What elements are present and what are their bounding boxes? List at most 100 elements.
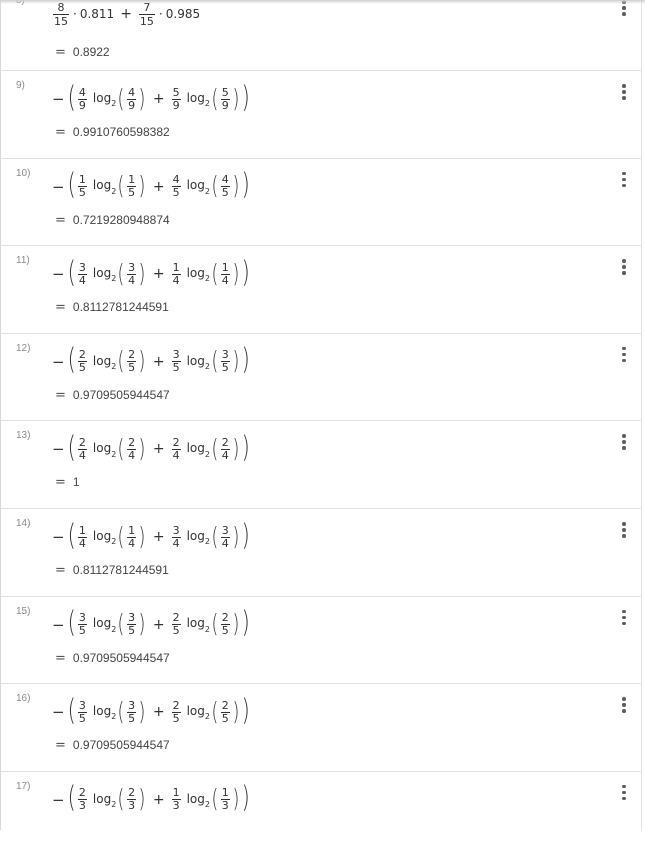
- plus-sign: +: [152, 441, 165, 458]
- fraction: 8 15: [53, 0, 69, 28]
- row-number: 15): [16, 605, 31, 617]
- more-vert-icon[interactable]: [617, 346, 631, 365]
- expression-row-12[interactable]: 12) − ( 25 log2 ( 25 ) + 35 log2 ( 35 ) …: [0, 334, 642, 422]
- fraction-a: 25: [77, 348, 87, 375]
- fraction-a-arg: 23: [127, 786, 137, 813]
- plus-sign: +: [152, 616, 165, 633]
- minus-sign: −: [52, 790, 65, 809]
- fraction-a-arg: 15: [127, 173, 137, 200]
- log-operator: log2: [92, 703, 117, 722]
- log-operator: log2: [186, 90, 210, 109]
- expression-input[interactable]: − ( 34 log2 ( 34 ) + 14 log2 ( 14 ) ): [52, 256, 252, 292]
- row-number: 14): [16, 518, 31, 529]
- log-operator: log2: [186, 703, 210, 722]
- plus-sign: +: [152, 266, 165, 283]
- log-operator: log2: [92, 178, 117, 196]
- fraction-a: 35: [77, 611, 87, 638]
- fraction-a-arg: 35: [127, 611, 137, 638]
- expression-input[interactable]: 8 15 · 0.811 + 7 15 · 0.985: [52, 0, 200, 34]
- expression-input[interactable]: − ( 23 log2 ( 23 ) + 13 log2 ( 13 ) ): [52, 782, 252, 818]
- open-paren: (: [67, 517, 76, 552]
- log-operator: log2: [92, 265, 117, 284]
- more-vert-icon[interactable]: [617, 171, 631, 190]
- expression-row-13[interactable]: 13) − ( 24 log2 ( 24 ) + 24 log2 ( 24 ) …: [0, 421, 642, 509]
- fraction-a-arg: 49: [127, 85, 137, 112]
- expression-row-9[interactable]: 9) − ( 49 log2 ( 49 ) + 59 log2 ( 59 ) )…: [0, 71, 642, 159]
- close-paren: ): [242, 342, 251, 377]
- minus-sign: −: [52, 440, 65, 459]
- fraction-a: 15: [77, 173, 87, 200]
- close-paren: ): [242, 429, 251, 464]
- open-paren: (: [67, 254, 76, 289]
- open-paren: (: [67, 605, 76, 640]
- expression-row-14[interactable]: 14) − ( 14 log2 ( 14 ) + 34 log2 ( 34 ) …: [0, 509, 642, 597]
- fraction-a-arg: 34: [127, 260, 137, 287]
- toolbar-shadow: [0, 0, 645, 4]
- close-paren: ): [242, 780, 251, 815]
- fraction-b: 25: [171, 698, 181, 725]
- minus-sign: −: [52, 352, 65, 371]
- expression-input[interactable]: − ( 35 log2 ( 35 ) + 25 log2 ( 25 ) ): [52, 694, 252, 730]
- log-operator: log2: [92, 528, 117, 547]
- expression-input[interactable]: − ( 49 log2 ( 49 ) + 59 log2 ( 59 ) ): [52, 81, 252, 117]
- fraction-b-arg: 13: [220, 786, 230, 813]
- fraction-b-arg: 25: [220, 698, 230, 725]
- result-output: = 1: [55, 475, 80, 491]
- more-vert-icon[interactable]: [617, 259, 631, 277]
- result-output: = 0.8922: [55, 45, 110, 60]
- fraction-a: 23: [77, 786, 87, 813]
- expression-row-15[interactable]: 15) − ( 35 log2 ( 35 ) + 25 log2 ( 25 ) …: [0, 597, 642, 685]
- close-paren: ): [242, 254, 251, 289]
- expression-input[interactable]: − ( 14 log2 ( 14 ) + 34 log2 ( 34 ) ): [52, 519, 252, 555]
- open-paren: (: [67, 342, 76, 377]
- row-number: 16): [16, 693, 31, 705]
- minus-sign: −: [52, 703, 65, 722]
- row-number: 9): [16, 80, 25, 91]
- expression-row-16[interactable]: 16) − ( 35 log2 ( 35 ) + 25 log2 ( 25 ) …: [0, 684, 642, 772]
- log-operator: log2: [92, 616, 117, 634]
- fraction-b: 59: [171, 85, 181, 112]
- fraction-b: 24: [171, 435, 181, 462]
- fraction-a-arg: 24: [127, 435, 137, 462]
- close-paren: ): [242, 79, 251, 114]
- fraction-b: 34: [171, 523, 181, 550]
- more-vert-icon[interactable]: [617, 697, 631, 715]
- expression-row-10[interactable]: 10) − ( 15 log2 ( 15 ) + 45 log2 ( 45 ) …: [0, 159, 642, 247]
- row-number: 17): [16, 780, 31, 792]
- fraction-b-arg: 35: [220, 348, 230, 375]
- result-output: = 0.9709505944547: [55, 738, 170, 754]
- more-vert-icon[interactable]: [617, 522, 631, 540]
- expression-input[interactable]: − ( 25 log2 ( 25 ) + 35 log2 ( 35 ) ): [52, 344, 252, 380]
- expression-row-11[interactable]: 11) − ( 34 log2 ( 34 ) + 14 log2 ( 14 ) …: [0, 246, 642, 334]
- log-operator: log2: [186, 353, 210, 371]
- expression-input[interactable]: − ( 24 log2 ( 24 ) + 24 log2 ( 24 ) ): [52, 431, 252, 467]
- value: 0.811: [79, 7, 115, 21]
- fraction-b-arg: 34: [220, 523, 230, 550]
- log-operator: log2: [186, 616, 210, 634]
- close-paren: ): [242, 517, 251, 552]
- fraction-b-arg: 25: [220, 611, 230, 638]
- more-vert-icon[interactable]: [617, 784, 631, 803]
- fraction-b: 14: [171, 260, 181, 287]
- more-vert-icon[interactable]: [617, 84, 631, 102]
- close-paren: ): [242, 692, 251, 727]
- result-output: = 0.9910760598382: [55, 125, 170, 140]
- log-operator: log2: [92, 791, 117, 809]
- plus-sign: +: [152, 529, 165, 545]
- more-vert-icon[interactable]: [617, 434, 631, 452]
- fraction-b-arg: 45: [220, 173, 230, 200]
- fraction-b-arg: 14: [220, 260, 230, 287]
- fraction-a: 24: [77, 435, 87, 462]
- expression-row-8[interactable]: 8) 8 15 · 0.811 + 7 15 · 0.985 =0.8922: [0, 0, 642, 71]
- open-paren: (: [67, 79, 76, 114]
- row-number: 13): [16, 430, 31, 442]
- fraction-b-arg: 24: [220, 435, 230, 462]
- plus-sign: +: [152, 791, 165, 808]
- expression-input[interactable]: − ( 15 log2 ( 15 ) + 45 log2 ( 45 ) ): [52, 169, 252, 205]
- minus-sign: −: [52, 90, 65, 108]
- expression-row-17[interactable]: 17) − ( 23 log2 ( 23 ) + 13 log2 ( 13 ) …: [0, 772, 642, 859]
- fraction-a-arg: 35: [127, 698, 137, 725]
- more-vert-icon[interactable]: [617, 609, 631, 628]
- plus-sign: +: [152, 178, 165, 195]
- expression-input[interactable]: − ( 35 log2 ( 35 ) + 25 log2 ( 25 ) ): [52, 607, 252, 643]
